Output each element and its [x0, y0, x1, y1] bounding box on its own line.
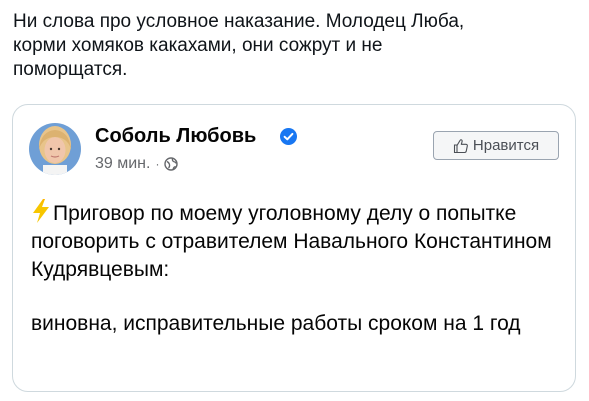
author-name[interactable]: Соболь Любовь: [95, 123, 256, 149]
author-avatar[interactable]: [29, 123, 81, 175]
tweet-text: Ни слова про условное наказание. Молодец…: [13, 11, 465, 80]
like-button-label: Нравится: [472, 137, 540, 154]
post-paragraph-2: виновна, исправительные работы сроком на…: [31, 310, 561, 338]
quoted-post-card[interactable]: Соболь Любовь 39 мин. · Нравится Пригово…: [12, 104, 576, 392]
post-text-line-2: виновна, исправительные работы сроком на…: [31, 312, 521, 335]
post-text-line-1: Приговор по моему уголовному делу о попы…: [31, 202, 552, 281]
thumbs-up-icon: [453, 138, 468, 153]
post-timestamp[interactable]: 39 мин.: [95, 155, 150, 173]
post-paragraph-1: Приговор по моему уголовному делу о попы…: [31, 199, 561, 284]
globe-icon: [164, 157, 179, 171]
post-body: Приговор по моему уголовному делу о попы…: [31, 199, 561, 338]
like-button[interactable]: Нравится: [433, 131, 559, 160]
post-meta: 39 мин. ·: [95, 154, 179, 174]
meta-separator: ·: [155, 157, 160, 171]
verified-badge-icon: [280, 128, 297, 145]
lightning-bolt-icon: [33, 199, 49, 223]
